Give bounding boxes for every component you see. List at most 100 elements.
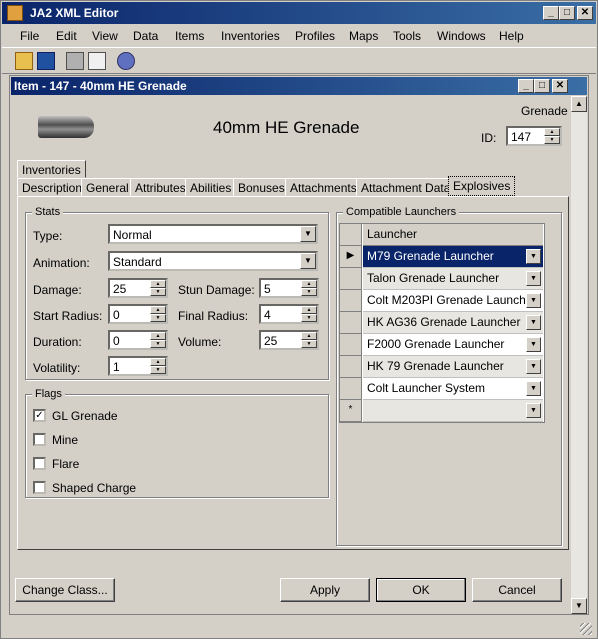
vertical-scrollbar[interactable]: ▲ ▼ xyxy=(571,96,587,614)
ok-button[interactable]: OK xyxy=(376,578,466,602)
menu-tools[interactable]: Tools xyxy=(393,29,421,43)
launcher-cell[interactable]: F2000 Grenade Launcher ▼ xyxy=(363,334,543,356)
menu-items[interactable]: Items xyxy=(175,29,204,43)
tab-bonuses[interactable]: Bonuses xyxy=(233,178,290,196)
spin-down-icon[interactable]: ▼ xyxy=(150,314,166,322)
launchers-grid[interactable]: Launcher ▶ M79 Grenade Launcher ▼ Talon G… xyxy=(339,223,545,423)
shaped-charge-checkbox[interactable] xyxy=(33,481,46,494)
damage-stepper[interactable]: 25 ▲ ▼ xyxy=(108,278,168,298)
launcher-cell[interactable]: Colt Launcher System ▼ xyxy=(363,378,543,400)
chevron-down-icon[interactable]: ▼ xyxy=(526,249,541,264)
launcher-cell[interactable]: HK 79 Grenade Launcher ▼ xyxy=(363,356,543,378)
chevron-down-icon[interactable]: ▼ xyxy=(300,253,316,269)
tab-inventories[interactable]: Inventories xyxy=(17,160,86,178)
volume-stepper[interactable]: 25 ▲ ▼ xyxy=(259,330,319,350)
tab-abilities[interactable]: Abilities xyxy=(185,178,237,196)
menu-file[interactable]: File xyxy=(20,29,39,43)
new-row[interactable]: * ▼ xyxy=(340,400,544,422)
gl-grenade-label[interactable]: GL Grenade xyxy=(52,409,118,423)
spin-down-icon[interactable]: ▼ xyxy=(301,340,317,348)
minimize-icon[interactable]: _ xyxy=(543,6,559,20)
launcher-cell[interactable]: Talon Grenade Launcher ▼ xyxy=(363,268,543,290)
new-row-marker[interactable]: * xyxy=(340,400,362,422)
chevron-down-icon[interactable]: ▼ xyxy=(526,381,541,396)
open-folder-icon[interactable] xyxy=(15,52,33,70)
launcher-cell[interactable]: M79 Grenade Launcher ▼ xyxy=(363,246,543,268)
chevron-down-icon[interactable]: ▼ xyxy=(526,315,541,330)
row-header[interactable] xyxy=(340,268,362,290)
flare-checkbox[interactable] xyxy=(33,457,46,470)
chevron-down-icon[interactable]: ▼ xyxy=(526,293,541,308)
table-row[interactable]: Talon Grenade Launcher ▼ xyxy=(340,268,544,290)
table-row[interactable]: F2000 Grenade Launcher ▼ xyxy=(340,334,544,356)
menu-profiles[interactable]: Profiles xyxy=(295,29,335,43)
tab-attributes[interactable]: Attributes xyxy=(130,178,191,196)
spin-down-icon[interactable]: ▼ xyxy=(544,136,560,144)
row-header[interactable] xyxy=(340,356,362,378)
flare-label[interactable]: Flare xyxy=(52,457,79,471)
type-dropdown[interactable]: Normal ▼ xyxy=(108,224,318,244)
tab-explosives[interactable]: Explosives xyxy=(448,176,516,196)
item-window-titlebar[interactable]: Item - 147 - 40mm HE Grenade _ □ ✕ xyxy=(11,77,587,95)
gl-grenade-checkbox[interactable]: ✓ xyxy=(33,409,46,422)
change-class-button[interactable]: Change Class... xyxy=(15,578,115,602)
duration-stepper[interactable]: 0 ▲ ▼ xyxy=(108,330,168,350)
table-row[interactable]: Colt Launcher System ▼ xyxy=(340,378,544,400)
cancel-button[interactable]: Cancel xyxy=(472,578,562,602)
chevron-down-icon[interactable]: ▼ xyxy=(300,226,316,242)
tab-attachments[interactable]: Attachments xyxy=(285,178,362,196)
spin-down-icon[interactable]: ▼ xyxy=(150,340,166,348)
print-icon[interactable] xyxy=(66,52,84,70)
spin-down-icon[interactable]: ▼ xyxy=(150,366,166,374)
chevron-down-icon[interactable]: ▼ xyxy=(526,359,541,374)
menu-view[interactable]: View xyxy=(92,29,118,43)
help-icon[interactable] xyxy=(117,52,135,70)
stun-damage-stepper[interactable]: 5 ▲ ▼ xyxy=(259,278,319,298)
row-header[interactable] xyxy=(340,334,362,356)
save-icon[interactable] xyxy=(37,52,55,70)
table-row[interactable]: ▶ M79 Grenade Launcher ▼ xyxy=(340,246,544,268)
scroll-up-icon[interactable]: ▲ xyxy=(571,96,587,112)
menu-maps[interactable]: Maps xyxy=(349,29,378,43)
tab-description[interactable]: Description xyxy=(17,178,88,196)
spin-up-icon[interactable]: ▲ xyxy=(150,280,166,288)
item-id-stepper[interactable]: 147 ▲ ▼ xyxy=(506,126,562,146)
table-row[interactable]: HK 79 Grenade Launcher ▼ xyxy=(340,356,544,378)
tab-attachment-data[interactable]: Attachment Data xyxy=(356,178,456,196)
chevron-down-icon[interactable]: ▼ xyxy=(526,271,541,286)
mine-label[interactable]: Mine xyxy=(52,433,78,447)
spin-up-icon[interactable]: ▲ xyxy=(544,128,560,136)
table-row[interactable]: HK AG36 Grenade Launcher ▼ xyxy=(340,312,544,334)
launcher-cell[interactable]: Colt M203PI Grenade Launcher ▼ xyxy=(363,290,543,312)
menu-edit[interactable]: Edit xyxy=(56,29,77,43)
shaped-charge-label[interactable]: Shaped Charge xyxy=(52,481,136,495)
spin-down-icon[interactable]: ▼ xyxy=(301,314,317,322)
spin-up-icon[interactable]: ▲ xyxy=(301,332,317,340)
resize-grip-icon[interactable] xyxy=(580,623,592,635)
chevron-down-icon[interactable]: ▼ xyxy=(526,403,541,418)
launcher-column-header[interactable]: Launcher xyxy=(363,224,543,246)
scroll-down-icon[interactable]: ▼ xyxy=(571,598,587,614)
row-header[interactable] xyxy=(340,312,362,334)
chevron-down-icon[interactable]: ▼ xyxy=(526,337,541,352)
volatility-stepper[interactable]: 1 ▲ ▼ xyxy=(108,356,168,376)
row-header[interactable] xyxy=(340,290,362,312)
spin-up-icon[interactable]: ▲ xyxy=(150,306,166,314)
launcher-cell-new[interactable]: ▼ xyxy=(363,400,543,422)
child-close-icon[interactable]: ✕ xyxy=(552,79,568,93)
spin-up-icon[interactable]: ▲ xyxy=(150,332,166,340)
launcher-cell[interactable]: HK AG36 Grenade Launcher ▼ xyxy=(363,312,543,334)
menu-help[interactable]: Help xyxy=(499,29,524,43)
spin-up-icon[interactable]: ▲ xyxy=(150,358,166,366)
final-radius-stepper[interactable]: 4 ▲ ▼ xyxy=(259,304,319,324)
table-row[interactable]: Colt M203PI Grenade Launcher ▼ xyxy=(340,290,544,312)
spin-down-icon[interactable]: ▼ xyxy=(301,288,317,296)
menu-data[interactable]: Data xyxy=(133,29,158,43)
current-row-marker[interactable]: ▶ xyxy=(340,246,362,268)
start-radius-stepper[interactable]: 0 ▲ ▼ xyxy=(108,304,168,324)
menu-windows[interactable]: Windows xyxy=(437,29,486,43)
tab-general[interactable]: General xyxy=(81,178,134,196)
app-titlebar[interactable]: JA2 XML Editor _ □ ✕ xyxy=(2,2,596,24)
child-minimize-icon[interactable]: _ xyxy=(518,79,534,93)
close-icon[interactable]: ✕ xyxy=(577,6,593,20)
